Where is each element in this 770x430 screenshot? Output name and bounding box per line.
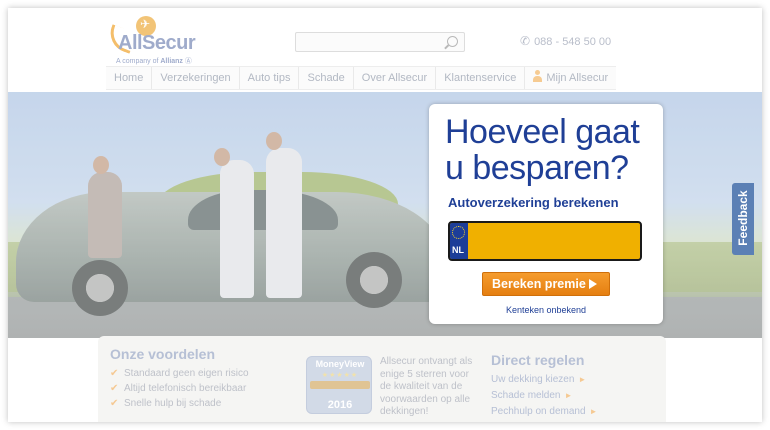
arrow-right-icon: ►	[589, 407, 598, 416]
nav-item-verzekeringen[interactable]: Verzekeringen	[152, 67, 240, 89]
list-item: ✔ Snelle hulp bij schade	[110, 398, 222, 409]
link-pechhulp[interactable]: Pechhulp on demand ►	[491, 404, 597, 420]
badge-band	[310, 381, 370, 389]
eu-flag-icon: NL	[450, 223, 468, 259]
person-driver-1	[220, 160, 254, 298]
check-icon: ✔	[110, 383, 119, 394]
premium-calculator: Hoeveel gaat u besparen? Autoverzekering…	[429, 104, 663, 324]
calculator-title: Hoeveel gaat u besparen?	[445, 113, 640, 187]
car-rear-wheel	[346, 252, 402, 308]
person-driver-1-head	[214, 148, 230, 166]
allianz-brand: Allianz	[160, 58, 183, 65]
license-plate-field: NL	[448, 221, 642, 261]
license-plate-input[interactable]	[470, 223, 640, 259]
list-item: ✔ Standaard geen eigen risico	[110, 368, 249, 379]
link-dekking-kiezen[interactable]: Uw dekking kiezen ►	[491, 372, 597, 388]
direct-links: Uw dekking kiezen ► Schade melden ► Pechhu…	[491, 372, 597, 420]
calculate-premium-button[interactable]: Bereken premie	[482, 272, 610, 296]
direct-title: Direct regelen	[491, 352, 585, 368]
person-woman	[88, 172, 122, 258]
list-item: ✔ Altijd telefonisch bereikbaar	[110, 383, 247, 394]
nav-item-home[interactable]: Home	[106, 67, 153, 89]
plate-country-code: NL	[452, 245, 464, 255]
browser-viewport: AllSecur A company of Allianz Ⓐ ✆088 - 5…	[8, 8, 762, 422]
arrow-right-icon: ►	[578, 375, 587, 384]
eu-stars-icon	[452, 226, 465, 239]
phone-number: ✆ 088 - 548 50 00	[520, 34, 612, 48]
nav-item-over-allsecur[interactable]: Over Allsecur	[354, 67, 437, 89]
moneyview-badge: MoneyView ★★★★★ 2016	[306, 356, 372, 414]
search-icon[interactable]	[447, 36, 458, 47]
link-schade-melden[interactable]: Schade melden ►	[491, 388, 597, 404]
arrow-right-icon: ►	[564, 391, 573, 400]
person-driver-2	[266, 148, 302, 298]
nav-item-mijn-allsecur[interactable]: Mijn Allsecur	[525, 67, 616, 89]
play-arrow-icon	[589, 279, 597, 289]
site-header: AllSecur A company of Allianz Ⓐ ✆088 - 5…	[8, 8, 762, 65]
nav-item-auto-tips[interactable]: Auto tips	[240, 67, 300, 89]
person-driver-2-head	[266, 132, 282, 150]
main-nav: Home Verzekeringen Auto tips Schade Over…	[106, 66, 617, 90]
nav-item-schade[interactable]: Schade	[299, 67, 354, 89]
phone-icon: ✆	[520, 34, 531, 48]
calculator-subtitle: Autoverzekering berekenen	[448, 195, 619, 210]
plate-unknown-link[interactable]: Kenteken onbekend	[429, 305, 663, 315]
advantages-title: Onze voordelen	[110, 346, 216, 362]
car-front-wheel	[72, 260, 128, 316]
logo-text: AllSecur	[118, 32, 196, 54]
user-icon	[533, 70, 543, 82]
allsecur-logo[interactable]: AllSecur A company of Allianz Ⓐ	[105, 14, 216, 65]
check-icon: ✔	[110, 368, 119, 379]
search-box	[295, 32, 465, 52]
advantages-list: ✔ Standaard geen eigen risico ✔ Altijd tel…	[110, 366, 249, 411]
search-input[interactable]	[296, 34, 436, 52]
bottom-info-band: Onze voordelen ✔ Standaard geen eigen ris…	[98, 336, 666, 422]
check-icon: ✔	[110, 398, 119, 409]
person-woman-head	[93, 156, 109, 174]
logo-subtitle: A company of Allianz Ⓐ	[116, 58, 192, 65]
feedback-tab[interactable]: Feedback	[732, 183, 754, 255]
rating-stars-icon: ★★★★★	[321, 372, 359, 379]
allianz-eagle-icon: Ⓐ	[184, 58, 192, 65]
nav-item-klantenservice[interactable]: Klantenservice	[436, 67, 526, 89]
badge-description: Allsecur ontvangt als enige 5 sterren vo…	[380, 356, 473, 417]
